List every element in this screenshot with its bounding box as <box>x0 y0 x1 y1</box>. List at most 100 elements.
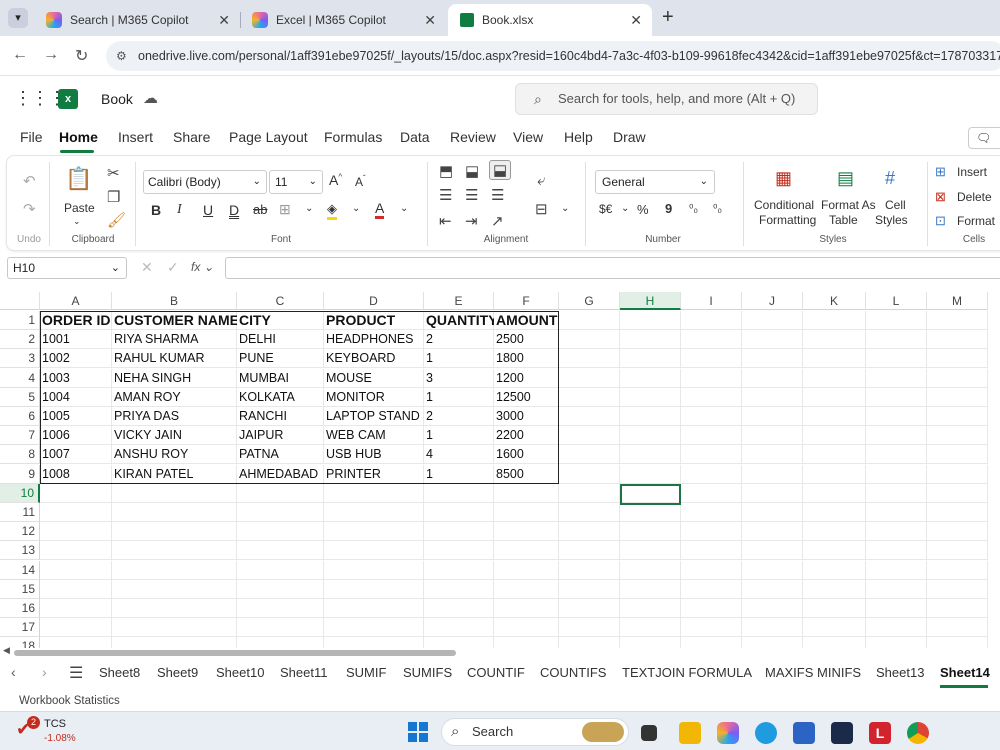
grid-cell[interactable] <box>803 541 866 561</box>
table-data-cell[interactable]: PRINTER <box>324 465 424 484</box>
table-data-cell[interactable]: 2 <box>424 407 494 426</box>
grid-cell[interactable] <box>803 618 866 638</box>
grid-cell[interactable] <box>927 579 988 599</box>
table-data-cell[interactable]: MUMBAI <box>237 369 324 388</box>
grid-cell[interactable] <box>237 503 324 522</box>
grid-cell[interactable] <box>620 464 681 484</box>
new-tab-button[interactable]: + <box>662 6 674 29</box>
prev-sheet-icon[interactable]: ‹ <box>11 664 16 680</box>
grid-cell[interactable] <box>559 541 620 561</box>
grid-cell[interactable] <box>559 599 620 618</box>
grid-cell[interactable] <box>424 560 494 580</box>
grid-cell[interactable] <box>424 637 494 648</box>
grid-cell[interactable] <box>112 618 237 638</box>
grid-cell[interactable] <box>681 464 742 484</box>
table-data-cell[interactable]: 1003 <box>40 369 112 388</box>
grid-cell[interactable] <box>681 445 742 465</box>
table-header-cell[interactable]: CUSTOMER NAME <box>112 311 237 330</box>
table-data-cell[interactable]: VICKY JAIN <box>112 426 237 445</box>
grid-cell[interactable] <box>324 560 424 580</box>
grid-cell[interactable] <box>803 349 866 369</box>
grid-cell[interactable] <box>620 579 681 599</box>
grid-cell[interactable] <box>620 599 681 618</box>
search-box[interactable]: ⌕ Search for tools, help, and more (Alt … <box>515 83 818 115</box>
copy-icon[interactable]: ❐ <box>107 188 120 206</box>
grid-cell[interactable] <box>866 311 927 330</box>
grid-cell[interactable] <box>681 503 742 522</box>
grid-cell[interactable] <box>112 541 237 561</box>
column-header-k[interactable]: K <box>803 292 866 310</box>
merge-icon[interactable]: ⊟ <box>535 200 548 218</box>
column-header-j[interactable]: J <box>742 292 803 310</box>
row-header-12[interactable]: 12 <box>0 522 40 542</box>
column-header-h[interactable]: H <box>620 292 681 310</box>
grid-cell[interactable] <box>112 599 237 618</box>
grid-cell[interactable] <box>237 522 324 542</box>
grid-cell[interactable] <box>742 407 803 426</box>
grid-cell[interactable] <box>681 522 742 542</box>
grid-cell[interactable] <box>803 311 866 330</box>
paste-button[interactable]: Paste <box>64 201 95 215</box>
document-title[interactable]: Book <box>101 91 133 107</box>
site-info-icon[interactable]: ⚙ <box>116 41 127 71</box>
grid-cell[interactable] <box>742 503 803 522</box>
align-middle-icon[interactable]: ⬓ <box>465 162 479 180</box>
table-data-cell[interactable]: NEHA SINGH <box>112 369 237 388</box>
grid-cell[interactable] <box>237 541 324 561</box>
grid-cell[interactable] <box>324 618 424 638</box>
number-format-dropdown[interactable]: General ⌄ <box>595 170 715 194</box>
grid-cell[interactable] <box>237 579 324 599</box>
column-header-b[interactable]: B <box>112 292 237 310</box>
grid-cell[interactable] <box>324 579 424 599</box>
grid-cell[interactable] <box>866 464 927 484</box>
grid-cell[interactable] <box>866 637 927 648</box>
paste-dropdown-icon[interactable]: ⌄ <box>73 216 81 227</box>
row-header-13[interactable]: 13 <box>0 541 40 561</box>
table-header-cell[interactable]: AMOUNT <box>494 311 559 330</box>
grid-cell[interactable] <box>40 503 112 522</box>
grid-cell[interactable] <box>559 349 620 369</box>
grid-cell[interactable] <box>40 579 112 599</box>
chevron-down-icon[interactable]: ⌄ <box>352 203 360 214</box>
decrease-indent-icon[interactable]: ⇤ <box>439 212 452 230</box>
grid-cell[interactable] <box>681 311 742 330</box>
grid-cell[interactable] <box>494 522 559 542</box>
grid-cell[interactable] <box>40 637 112 648</box>
table-data-cell[interactable]: 1600 <box>494 445 559 464</box>
grid-cell[interactable] <box>620 387 681 407</box>
taskbar-search-box[interactable]: ⌕ Search <box>441 718 629 746</box>
grid-cell[interactable] <box>620 426 681 446</box>
grid-cell[interactable] <box>324 541 424 561</box>
cancel-formula-icon[interactable]: ✕ <box>141 259 153 276</box>
grid-cell[interactable] <box>559 330 620 350</box>
row-header-6[interactable]: 6 <box>0 407 40 426</box>
insert-cells-icon[interactable]: ⊞ <box>935 164 946 180</box>
grid-cell[interactable] <box>927 637 988 648</box>
table-data-cell[interactable]: MONITOR <box>324 388 424 407</box>
grid-cell[interactable] <box>424 503 494 522</box>
spreadsheet-grid[interactable]: A B C D E F G H I J K L M 1 2 3 4 5 6 7 8 9 10 11 12 13 14 15 16 17 18… <box>0 292 1000 648</box>
store-icon[interactable] <box>793 722 815 744</box>
cell-styles-button[interactable]: Cell <box>885 198 906 212</box>
grid-cell[interactable] <box>424 522 494 542</box>
grid-cell[interactable] <box>927 368 988 388</box>
tab-help[interactable]: Help <box>564 129 593 145</box>
table-data-cell[interactable]: 3 <box>424 369 494 388</box>
sheet-tab[interactable]: Sheet13 <box>876 665 924 680</box>
comments-button[interactable]: 🗨 <box>968 127 1000 149</box>
grid-cell[interactable] <box>559 637 620 648</box>
wrap-text-icon[interactable]: ⤶ <box>537 172 545 189</box>
grid-cell[interactable] <box>237 599 324 618</box>
grid-cell[interactable] <box>927 311 988 330</box>
chrome-icon[interactable] <box>907 722 929 744</box>
table-data-cell[interactable]: RAHUL KUMAR <box>112 349 237 368</box>
table-data-cell[interactable]: PRIYA DAS <box>112 407 237 426</box>
row-header-8[interactable]: 8 <box>0 445 40 465</box>
grid-cell[interactable] <box>866 330 927 350</box>
prime-video-icon[interactable] <box>831 722 853 744</box>
grid-cell[interactable] <box>803 579 866 599</box>
cell-styles-icon[interactable]: # <box>885 168 895 189</box>
row-header-5[interactable]: 5 <box>0 387 40 407</box>
grid-cell[interactable] <box>620 503 681 522</box>
grid-cell[interactable] <box>112 522 237 542</box>
